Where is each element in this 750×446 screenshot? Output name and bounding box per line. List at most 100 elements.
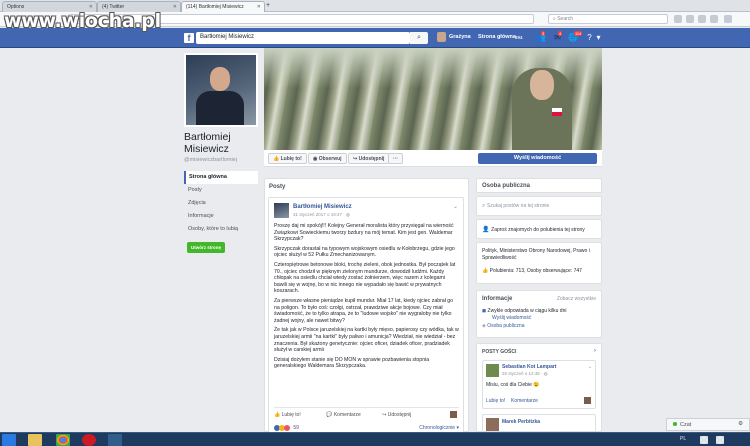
help-icon[interactable]: ? bbox=[585, 33, 594, 42]
like-button[interactable]: 👍 Lubię to! bbox=[274, 412, 301, 418]
follow-button[interactable]: ◉ Obserwuj bbox=[308, 153, 347, 164]
new-tab-icon[interactable]: + bbox=[266, 2, 270, 9]
share-button[interactable]: ↪ Udostępnij bbox=[348, 153, 390, 164]
likes-row: 👍 Polubienia: 713, Osoby obserwujące: 74… bbox=[482, 268, 596, 275]
search-placeholder: Search bbox=[557, 16, 574, 22]
thumbs-up-icon: 👍 bbox=[482, 268, 490, 274]
page-action-bar: 👍 Lubię to! ◉ Obserwuj ↪ Udostępnij ··· … bbox=[264, 150, 602, 167]
name-line: Bartłomiej bbox=[184, 131, 231, 143]
guest-author[interactable]: Marek Perbitzka bbox=[502, 419, 540, 425]
avatar[interactable] bbox=[486, 418, 499, 431]
browser-search-field[interactable]: ⌕ Search bbox=[548, 14, 668, 24]
like-page-button[interactable]: 👍 Lubię to! bbox=[268, 153, 307, 164]
network-icon[interactable] bbox=[700, 436, 708, 444]
invite-row[interactable]: 👤 Zaproś znajomych do polubienia tej str… bbox=[476, 219, 602, 239]
avatar[interactable] bbox=[450, 411, 457, 418]
post-paragraph: Że tak jak w Polsce jaruzelskiej na kart… bbox=[274, 327, 459, 354]
cover-photo[interactable] bbox=[264, 48, 602, 150]
sidebar-item-likes[interactable]: Osoby, które to lubią bbox=[184, 223, 258, 236]
share-button[interactable]: ↪ Udostępnij bbox=[382, 412, 411, 418]
opera-icon[interactable] bbox=[82, 434, 96, 446]
page-handle[interactable]: @misiewiczbartlomiej bbox=[184, 157, 237, 163]
post-author[interactable]: Bartłomiej Misiewicz bbox=[293, 204, 352, 210]
close-icon[interactable]: ✕ bbox=[173, 4, 177, 10]
menu-icon[interactable] bbox=[724, 15, 732, 23]
posts-header: Posty bbox=[269, 184, 286, 190]
nav-home[interactable]: Strona główna bbox=[478, 34, 516, 40]
nav-home-count: 294 bbox=[515, 35, 523, 40]
category-card: Osoba publiczna bbox=[476, 178, 602, 193]
info-header: Informacje bbox=[482, 296, 513, 302]
send-message-link[interactable]: Wyślij wiadomość bbox=[492, 315, 596, 322]
create-page-button[interactable]: Utwórz stronę bbox=[187, 242, 226, 253]
sidebar-item-home[interactable]: Strona główna bbox=[184, 171, 258, 184]
label: Lubię to! bbox=[281, 412, 301, 418]
app-icon[interactable] bbox=[108, 434, 122, 446]
chevron-down-icon[interactable]: ▾ bbox=[594, 33, 603, 42]
post-paragraph: Czteropiętrowe betonowe bloki, trochę zi… bbox=[274, 261, 456, 295]
home-icon[interactable] bbox=[710, 15, 718, 23]
invite-text: Zaproś znajomych do polubienia tej stron… bbox=[491, 227, 585, 233]
category-info: Polityk, Ministerstwo Obrony Narodowej, … bbox=[476, 242, 602, 284]
avatar[interactable] bbox=[437, 32, 446, 42]
download-icon[interactable] bbox=[698, 15, 706, 23]
guest-text: Misiu, coś dla Ciebie 😉 bbox=[486, 382, 540, 388]
online-status-icon bbox=[673, 422, 677, 426]
nav-user[interactable]: Grażyna bbox=[449, 34, 471, 40]
guest-comment-button[interactable]: Komentarze bbox=[511, 398, 538, 404]
post-date: 31 styczeń 2017 o 19:47 · ◍ bbox=[293, 212, 350, 218]
chevron-down-icon[interactable]: ⌄ bbox=[588, 364, 592, 370]
guest-like-button[interactable]: Lubię to! bbox=[486, 398, 505, 404]
facebook-search-input[interactable]: Bartłomiej Misiewicz bbox=[196, 32, 410, 44]
guest-posts-header: POSTY GOŚCI bbox=[482, 349, 517, 355]
public-figure-link[interactable]: Osoba publiczna bbox=[487, 323, 524, 329]
category-text[interactable]: Polityk, Ministerstwo Obrony Narodowej, … bbox=[482, 248, 596, 261]
response-text: Zwykle odpowiada w ciągu kilku dni bbox=[487, 308, 567, 314]
facebook-logo[interactable]: f bbox=[184, 33, 194, 43]
chat-bar[interactable]: Czat ⚙ bbox=[666, 418, 750, 431]
page-search[interactable]: ⌕ Szukaj postów na tej stronie bbox=[476, 196, 602, 216]
avatar[interactable] bbox=[274, 203, 289, 218]
watermark-logo: www.wiocha.pl bbox=[4, 10, 161, 32]
tab-facebook[interactable]: (114) Bartłomiej Misiewicz ✕ bbox=[181, 1, 265, 12]
tab-label: (114) Bartłomiej Misiewicz bbox=[186, 4, 244, 10]
gear-icon[interactable]: ⚙ bbox=[738, 421, 743, 427]
comment-button[interactable]: 💬 Komentarze bbox=[326, 412, 361, 418]
chevron-down-icon[interactable]: ⌄ bbox=[453, 203, 458, 210]
reactions-count[interactable]: 59 bbox=[293, 425, 299, 431]
see-all-link[interactable]: Zobacz wszystkie bbox=[557, 296, 596, 302]
volume-icon[interactable] bbox=[716, 436, 724, 444]
sidebar-item-info[interactable]: Informacje bbox=[184, 210, 258, 223]
clipboard-icon[interactable] bbox=[686, 15, 694, 23]
send-message-button[interactable]: Wyślij wiadomość bbox=[478, 153, 597, 164]
order-dropdown[interactable]: Chronologicznie ▾ bbox=[419, 425, 459, 431]
chrome-icon[interactable] bbox=[56, 434, 70, 446]
close-icon[interactable]: ✕ bbox=[257, 4, 261, 10]
search-icon[interactable]: ⌕ bbox=[410, 32, 428, 44]
notifications-badge: 114 bbox=[574, 31, 583, 36]
post-paragraph: Proszę daj mi spokój!!! Kolejny Generał … bbox=[274, 223, 454, 243]
start-icon[interactable] bbox=[2, 434, 16, 446]
info-card: Informacje Zobacz wszystkie ◼ Zwykle odp… bbox=[476, 290, 602, 338]
folder-icon[interactable] bbox=[28, 434, 42, 446]
date-text[interactable]: 31 styczeń 2017 o 19:47 · bbox=[293, 212, 346, 217]
post-card: Bartłomiej Misiewicz 31 styczeń 2017 o 1… bbox=[268, 197, 464, 433]
language-indicator: PL bbox=[680, 436, 687, 442]
guest-author[interactable]: Sebastian Kot Lampart bbox=[502, 364, 556, 370]
more-button[interactable]: ··· bbox=[388, 153, 403, 164]
globe-icon: ◍ bbox=[543, 371, 548, 376]
date-text[interactable]: 26 styczeń o 12:46 · bbox=[502, 371, 544, 376]
avatar[interactable] bbox=[584, 397, 591, 404]
profile-photo[interactable] bbox=[184, 53, 258, 127]
public-figure-row: ◈ Osoba publiczna bbox=[482, 323, 596, 330]
post-paragraph: Dzisiaj dożyłem stanie się DO MON w spra… bbox=[274, 356, 430, 370]
avatar[interactable] bbox=[486, 364, 499, 377]
sidebar-item-photos[interactable]: Zdjęcia bbox=[184, 197, 258, 210]
page-search-placeholder: Szukaj postów na tej stronie bbox=[487, 203, 550, 209]
sidebar-item-posts[interactable]: Posty bbox=[184, 184, 258, 197]
category-header: Osoba publiczna bbox=[482, 183, 531, 189]
label: Komentarze bbox=[333, 412, 361, 418]
chevron-right-icon[interactable]: › bbox=[594, 348, 596, 354]
bookmark-icon[interactable] bbox=[674, 15, 682, 23]
post-body: Proszę daj mi spokój!!! Kolejny Generał … bbox=[274, 223, 459, 373]
